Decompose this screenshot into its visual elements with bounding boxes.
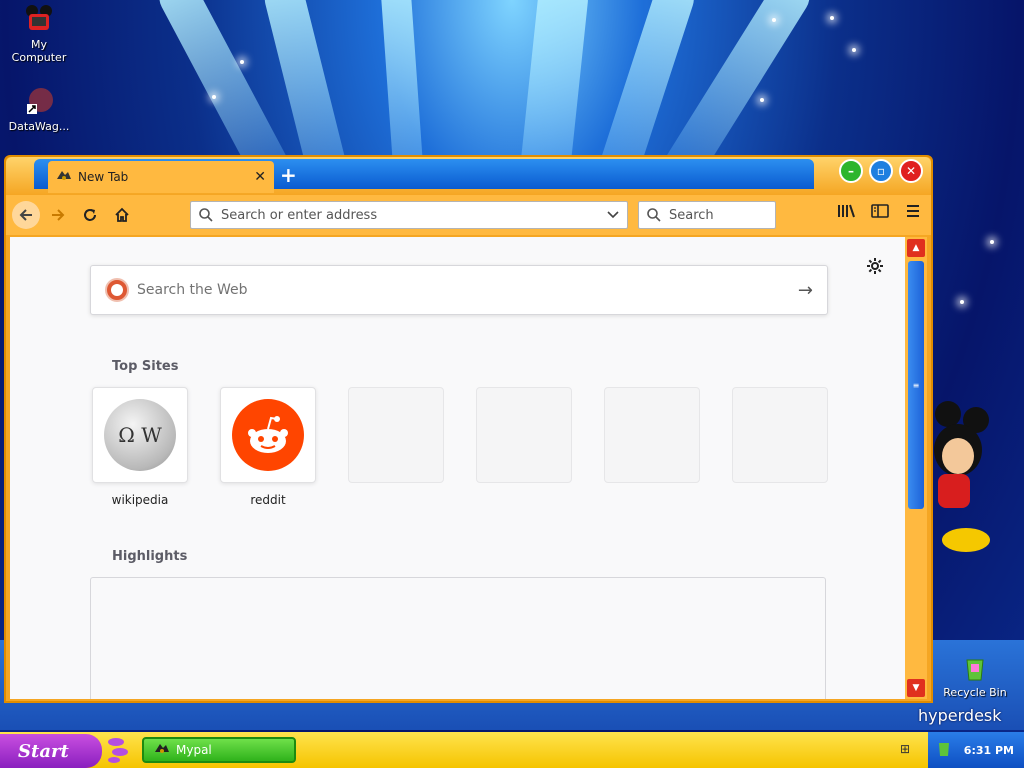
titlebar: New Tab ✕ + – ▫ ✕ xyxy=(6,157,931,195)
highlights-panel xyxy=(90,577,826,699)
highlights-title: Highlights xyxy=(112,549,188,564)
top-site-empty[interactable] xyxy=(348,387,444,507)
library-icon[interactable] xyxy=(837,203,855,223)
reload-icon xyxy=(84,209,96,221)
empty-tile[interactable] xyxy=(732,387,828,483)
tab-title: New Tab xyxy=(78,170,129,184)
desktop-icon-my-computer[interactable]: My Computer xyxy=(4,4,74,64)
top-site-tile[interactable] xyxy=(220,387,316,483)
new-tab-button[interactable]: + xyxy=(280,165,297,185)
desktop-icon-label: My Computer xyxy=(11,38,67,64)
arrow-left-icon xyxy=(19,209,32,221)
top-site-label: reddit xyxy=(250,493,286,507)
web-search-input[interactable]: Search the Web → xyxy=(90,265,828,315)
top-site-reddit[interactable]: reddit xyxy=(220,387,316,507)
home-button[interactable] xyxy=(108,201,136,229)
close-window-button[interactable]: ✕ xyxy=(899,159,923,183)
top-site-empty[interactable] xyxy=(476,387,572,507)
address-bar[interactable]: Search or enter address xyxy=(190,201,628,229)
gear-icon[interactable] xyxy=(866,257,884,280)
arrow-right-icon xyxy=(52,209,65,221)
address-placeholder: Search or enter address xyxy=(221,207,378,223)
chevron-down-icon[interactable] xyxy=(607,211,619,219)
top-site-wikipedia[interactable]: Ω W wikipedia xyxy=(92,387,188,507)
empty-tile[interactable] xyxy=(604,387,700,483)
top-sites-title: Top Sites xyxy=(112,359,179,374)
network-tray-icon[interactable]: ⊞ xyxy=(900,742,910,756)
desktop-icon-label: DataWag... xyxy=(8,120,70,133)
forward-button[interactable] xyxy=(44,201,72,229)
arrow-right-icon[interactable]: → xyxy=(798,280,813,301)
reload-button[interactable] xyxy=(76,201,104,229)
system-tray: 6:31 PM xyxy=(928,732,1024,768)
web-search-placeholder: Search the Web xyxy=(137,282,248,298)
top-site-empty[interactable] xyxy=(732,387,828,507)
back-button[interactable] xyxy=(12,201,40,229)
empty-tile[interactable] xyxy=(476,387,572,483)
home-icon xyxy=(115,207,129,222)
mypal-icon xyxy=(56,169,72,186)
tray-app-icon[interactable] xyxy=(936,740,952,761)
mypal-icon xyxy=(154,742,170,759)
top-site-label: wikipedia xyxy=(111,493,169,507)
top-site-empty[interactable] xyxy=(604,387,700,507)
search-placeholder: Search xyxy=(669,207,714,223)
desktop-icon-recycle-bin[interactable]: Recycle Bin xyxy=(940,652,1010,699)
window-controls: – ▫ ✕ xyxy=(839,159,923,183)
sidebar-icon[interactable] xyxy=(871,203,889,223)
top-sites-grid: Ω W wikipedia reddit xyxy=(92,387,828,507)
taskbar-item-mypal[interactable]: Mypal xyxy=(142,737,296,763)
desktop-icon-datawag[interactable]: DataWag... xyxy=(4,86,74,133)
scroll-thumb[interactable]: ≡ xyxy=(908,261,924,509)
mickey-decoration xyxy=(932,400,992,560)
vertical-scrollbar[interactable]: ▲ ≡ ▼ xyxy=(905,237,927,699)
scroll-up-button[interactable]: ▲ xyxy=(907,239,925,257)
empty-tile[interactable] xyxy=(348,387,444,483)
duckduckgo-icon xyxy=(105,278,129,302)
taskbar-item-label: Mypal xyxy=(176,743,212,757)
search-icon xyxy=(199,208,213,222)
wikipedia-icon: Ω W xyxy=(104,399,176,471)
start-button[interactable]: Start xyxy=(0,734,102,768)
hyperdesk-logo: hyperdesk xyxy=(918,706,1002,725)
desktop-icon-label: Recycle Bin xyxy=(943,686,1007,699)
maximize-button[interactable]: ▫ xyxy=(869,159,893,183)
reddit-icon xyxy=(232,399,304,471)
close-tab-icon[interactable]: ✕ xyxy=(254,169,266,185)
hamburger-menu-icon[interactable] xyxy=(905,203,921,223)
tab-new-tab[interactable]: New Tab ✕ xyxy=(48,161,274,193)
clock[interactable]: 6:31 PM xyxy=(964,744,1014,757)
scroll-down-button[interactable]: ▼ xyxy=(907,679,925,697)
top-site-tile[interactable]: Ω W xyxy=(92,387,188,483)
recycle-bin-icon xyxy=(959,652,991,684)
start-decoration-icon xyxy=(106,736,130,768)
search-box[interactable]: Search xyxy=(638,201,776,229)
toolbar-right xyxy=(837,203,921,223)
shortcut-icon xyxy=(23,86,55,118)
navigation-toolbar: Search or enter address Search xyxy=(6,195,931,235)
browser-window: New Tab ✕ + – ▫ ✕ Search or enter addres… xyxy=(4,155,933,703)
search-icon xyxy=(647,208,661,222)
mickey-computer-icon xyxy=(23,4,55,36)
new-tab-page: Search the Web → Top Sites Ω W wikipedia… xyxy=(10,237,906,699)
minimize-button[interactable]: – xyxy=(839,159,863,183)
taskbar: Start Mypal ⊞ 6:31 PM xyxy=(0,732,1024,768)
